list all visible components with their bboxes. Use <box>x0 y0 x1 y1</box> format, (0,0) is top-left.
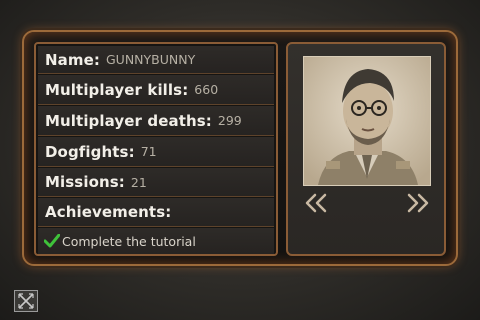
close-button[interactable] <box>14 290 38 312</box>
dogfights-value: 71 <box>140 144 157 159</box>
kills-row: Multiplayer kills: 660 <box>38 75 274 105</box>
achievement-item: Complete the tutorial <box>38 228 274 254</box>
achievement-label: Complete the tutorial <box>62 233 196 249</box>
dogfights-label: Dogfights: <box>45 142 135 161</box>
double-chevron-left-icon <box>305 193 327 213</box>
next-portrait-button[interactable] <box>405 193 431 213</box>
name-row: Name: GUNNYBUNNY <box>38 46 274 74</box>
dogfights-row: Dogfights: 71 <box>38 137 274 167</box>
name-value: GUNNYBUNNY <box>105 52 196 67</box>
achievements-row: Achievements: <box>38 198 274 227</box>
missions-label: Missions: <box>45 173 125 191</box>
missions-row: Missions: 21 <box>38 168 274 197</box>
kills-value: 660 <box>194 82 219 97</box>
checkmark-icon <box>43 233 61 248</box>
missions-value: 21 <box>130 174 147 190</box>
close-icon <box>18 293 34 309</box>
kills-label: Multiplayer kills: <box>45 80 189 99</box>
deaths-row: Multiplayer deaths: 299 <box>38 106 274 136</box>
pilot-portrait <box>303 56 431 186</box>
previous-portrait-button[interactable] <box>303 193 329 213</box>
stats-list: Name: GUNNYBUNNY Multiplayer kills: 660 … <box>34 42 278 256</box>
achievements-label: Achievements: <box>45 203 172 221</box>
deaths-label: Multiplayer deaths: <box>45 111 212 130</box>
deaths-value: 299 <box>217 113 242 128</box>
name-label: Name: <box>45 50 100 69</box>
double-chevron-right-icon <box>407 193 429 213</box>
